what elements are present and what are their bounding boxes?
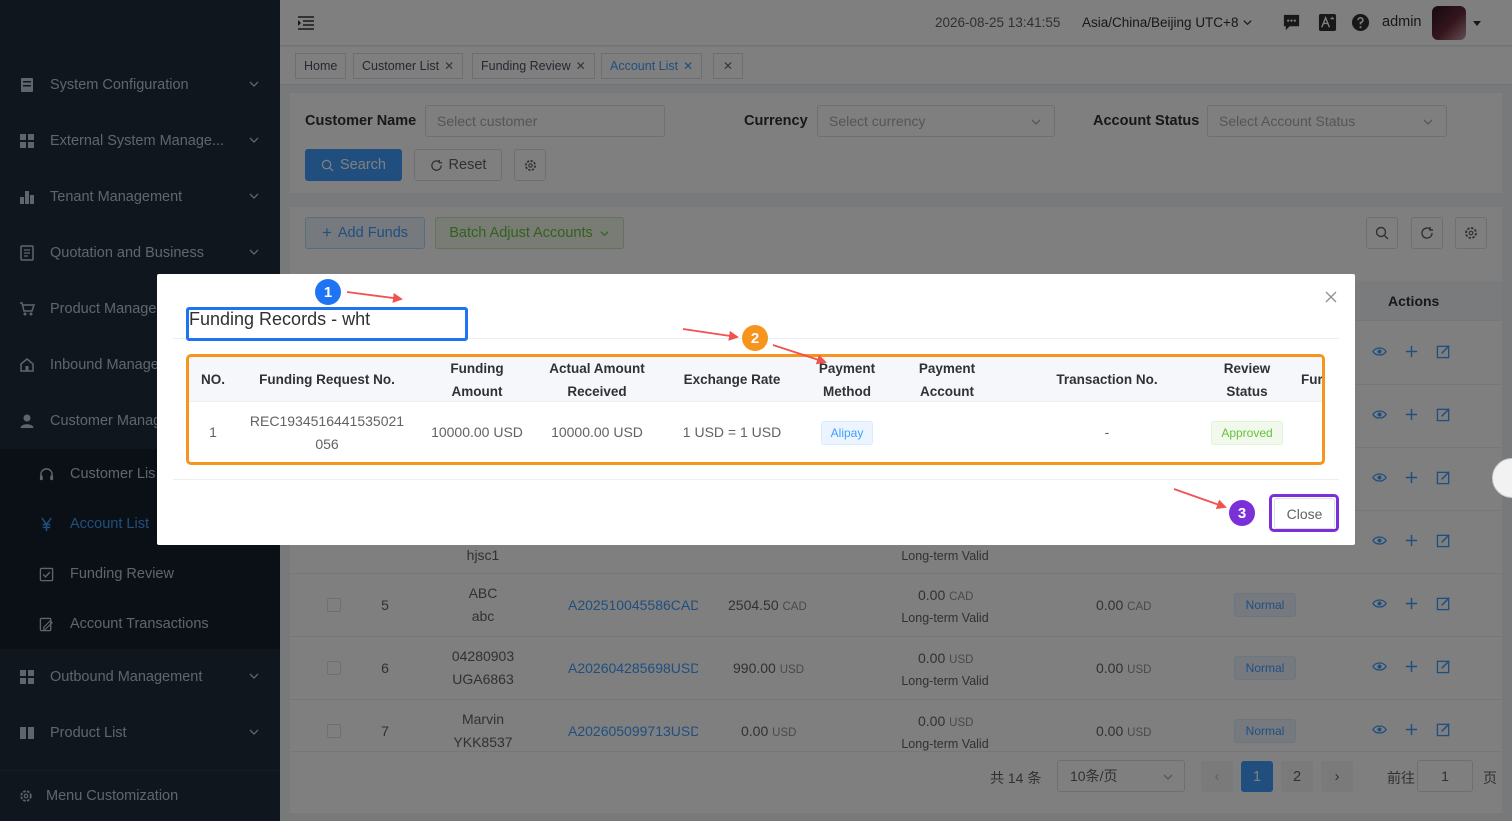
annotation-highlight-title xyxy=(186,307,468,341)
close-icon[interactable] xyxy=(1324,290,1338,304)
step-1-badge: 1 xyxy=(315,279,341,305)
annotation-highlight-table xyxy=(186,354,1325,465)
step-2-badge: 2 xyxy=(742,325,768,351)
divider xyxy=(173,479,1339,480)
step-3-badge: 3 xyxy=(1229,500,1255,526)
funding-records-dialog: Funding Records - wht NO. Funding Reques… xyxy=(157,274,1355,545)
annotation-highlight-close xyxy=(1269,494,1339,532)
